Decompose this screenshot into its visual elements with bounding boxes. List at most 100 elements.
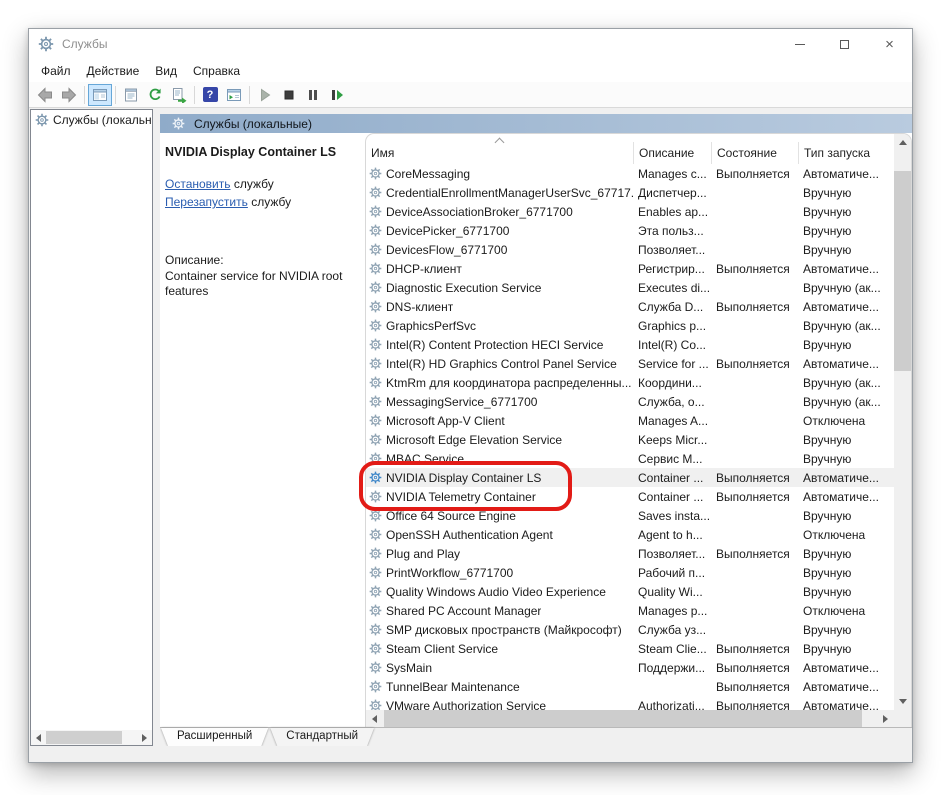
table-row[interactable]: DHCP-клиентРегистрир...ВыполняетсяАвтома… — [366, 259, 894, 278]
table-row[interactable]: PrintWorkflow_6771700Рабочий п...Вручную — [366, 563, 894, 582]
table-row[interactable]: SMP дисковых пространств (Майкрософт)Слу… — [366, 620, 894, 639]
table-row[interactable]: CredentialEnrollmentManagerUserSvc_67717… — [366, 183, 894, 202]
service-description: Сервис M... — [633, 452, 711, 466]
scroll-right-button[interactable] — [877, 710, 894, 727]
table-row[interactable]: GraphicsPerfSvcGraphics p...Вручную (ак.… — [366, 316, 894, 335]
table-row[interactable]: DevicePicker_6771700Эта польз...Вручную — [366, 221, 894, 240]
scroll-left-button[interactable] — [366, 710, 383, 727]
extended-view-button[interactable] — [222, 84, 246, 106]
table-row[interactable]: OpenSSH Authentication AgentAgent to h..… — [366, 525, 894, 544]
details-pane: Службы (локальные) NVIDIA Display Contai… — [160, 108, 912, 746]
scroll-down-button[interactable] — [894, 693, 911, 710]
service-gear-icon — [369, 243, 382, 256]
minimize-button[interactable] — [777, 29, 822, 59]
close-button[interactable]: × — [867, 29, 912, 59]
service-status: Выполняется — [711, 357, 798, 371]
title-bar[interactable]: Службы × — [29, 29, 912, 59]
table-row[interactable]: VMware Authorization ServiceAuthorizati.… — [366, 696, 894, 710]
service-startup-type: Автоматиче... — [798, 471, 894, 485]
properties-button[interactable] — [119, 84, 143, 106]
refresh-button[interactable] — [143, 84, 167, 106]
table-row[interactable]: NVIDIA Telemetry ContainerContainer ...В… — [366, 487, 894, 506]
service-status: Выполняется — [711, 661, 798, 675]
scrollbar-thumb[interactable] — [894, 171, 911, 371]
tree-horizontal-scrollbar[interactable] — [31, 730, 152, 745]
service-name: Microsoft App-V Client — [386, 414, 505, 428]
stop-service-suffix: службу — [231, 177, 274, 191]
table-row[interactable]: Diagnostic Execution ServiceExecutes di.… — [366, 278, 894, 297]
service-description: Позволяет... — [633, 547, 711, 561]
taskpad-header-bar: Службы (локальные) — [160, 114, 912, 133]
table-row[interactable]: MBAC ServiceСервис M...Вручную — [366, 449, 894, 468]
restart-service-button[interactable] — [325, 84, 349, 106]
table-row[interactable]: CoreMessagingManages c...ВыполняетсяАвто… — [366, 164, 894, 183]
scroll-right-button[interactable] — [137, 730, 152, 745]
stop-service-link[interactable]: Остановить — [165, 177, 231, 191]
scrollbar-thumb[interactable] — [46, 731, 122, 744]
service-description: Manages p... — [633, 604, 711, 618]
back-button[interactable] — [33, 84, 57, 106]
export-list-button[interactable] — [167, 84, 191, 106]
menu-item-файл[interactable]: Файл — [33, 61, 79, 81]
service-description: Координи... — [633, 376, 711, 390]
stop-service-line: Остановить службу — [165, 175, 357, 193]
pause-service-button[interactable] — [301, 84, 325, 106]
service-startup-type: Вручную — [798, 205, 894, 219]
minimize-icon — [795, 44, 805, 45]
table-row[interactable]: Office 64 Source EngineSaves insta...Вру… — [366, 506, 894, 525]
service-gear-icon — [369, 623, 382, 636]
list-horizontal-scrollbar[interactable] — [366, 710, 911, 727]
extended-view-icon — [226, 87, 242, 103]
scroll-left-button[interactable] — [31, 730, 46, 745]
table-row[interactable]: Microsoft Edge Elevation ServiceKeeps Mi… — [366, 430, 894, 449]
table-row[interactable]: Quality Windows Audio Video ExperienceQu… — [366, 582, 894, 601]
table-row[interactable]: Shared PC Account ManagerManages p...Отк… — [366, 601, 894, 620]
scroll-up-button[interactable] — [894, 134, 911, 151]
table-row[interactable]: DeviceAssociationBroker_6771700Enables a… — [366, 202, 894, 221]
restart-service-link[interactable]: Перезапустить — [165, 195, 248, 209]
service-name: DHCP-клиент — [386, 262, 462, 276]
start-service-button[interactable] — [253, 84, 277, 106]
menu-item-действие[interactable]: Действие — [79, 61, 148, 81]
forward-button[interactable] — [57, 84, 81, 106]
column-header-3[interactable]: Тип запуска — [798, 142, 894, 164]
table-row[interactable]: DNS-клиентСлужба D...ВыполняетсяАвтомати… — [366, 297, 894, 316]
service-gear-icon — [369, 395, 382, 408]
column-header-1[interactable]: Описание — [633, 142, 711, 164]
table-row[interactable]: Intel(R) HD Graphics Control Panel Servi… — [366, 354, 894, 373]
tree-item-services-local[interactable]: Службы (локальные) — [31, 110, 152, 130]
show-tree-button[interactable] — [88, 84, 112, 106]
service-info-panel: NVIDIA Display Container LS Остановить с… — [160, 133, 365, 727]
table-row[interactable]: MessagingService_6771700Служба, о...Вруч… — [366, 392, 894, 411]
help-button[interactable]: ? — [198, 84, 222, 106]
menu-item-справка[interactable]: Справка — [185, 61, 248, 81]
maximize-button[interactable] — [822, 29, 867, 59]
service-startup-type: Отключена — [798, 414, 894, 428]
table-row[interactable]: SysMainПоддержи...ВыполняетсяАвтоматиче.… — [366, 658, 894, 677]
description-text: Container service for NVIDIA root featur… — [165, 269, 351, 299]
tab-label: Стандартный — [270, 728, 374, 746]
list-vertical-scrollbar[interactable] — [894, 134, 911, 710]
scrollbar-thumb[interactable] — [384, 710, 862, 727]
table-row[interactable]: Intel(R) Content Protection HECI Service… — [366, 335, 894, 354]
service-description: Agent to h... — [633, 528, 711, 542]
service-startup-type: Вручную — [798, 338, 894, 352]
table-row[interactable]: Steam Client ServiceSteam Clie...Выполня… — [366, 639, 894, 658]
table-row[interactable]: Microsoft App-V ClientManages A...Отключ… — [366, 411, 894, 430]
service-name: Steam Client Service — [386, 642, 498, 656]
table-row[interactable]: TunnelBear MaintenanceВыполняетсяАвтомат… — [366, 677, 894, 696]
table-row[interactable]: DevicesFlow_6771700Позволяет...Вручную — [366, 240, 894, 259]
stop-service-button[interactable] — [277, 84, 301, 106]
services-list-panel: ИмяОписаниеСостояниеТип запуска CoreMess… — [365, 133, 912, 727]
tab-extended[interactable]: Расширенный — [161, 728, 268, 746]
tab-standard[interactable]: Стандартный — [270, 728, 374, 746]
table-row[interactable]: NVIDIA Display Container LSContainer ...… — [366, 468, 894, 487]
table-row[interactable]: Plug and PlayПозволяет...ВыполняетсяВруч… — [366, 544, 894, 563]
menu-bar: ФайлДействиеВидСправка — [29, 59, 912, 82]
service-name: Microsoft Edge Elevation Service — [386, 433, 562, 447]
table-row[interactable]: KtmRm для координатора распределенны...К… — [366, 373, 894, 392]
column-header-2[interactable]: Состояние — [711, 142, 798, 164]
panel-splitter[interactable] — [153, 108, 160, 746]
service-description: Quality Wi... — [633, 585, 711, 599]
menu-item-вид[interactable]: Вид — [147, 61, 185, 81]
